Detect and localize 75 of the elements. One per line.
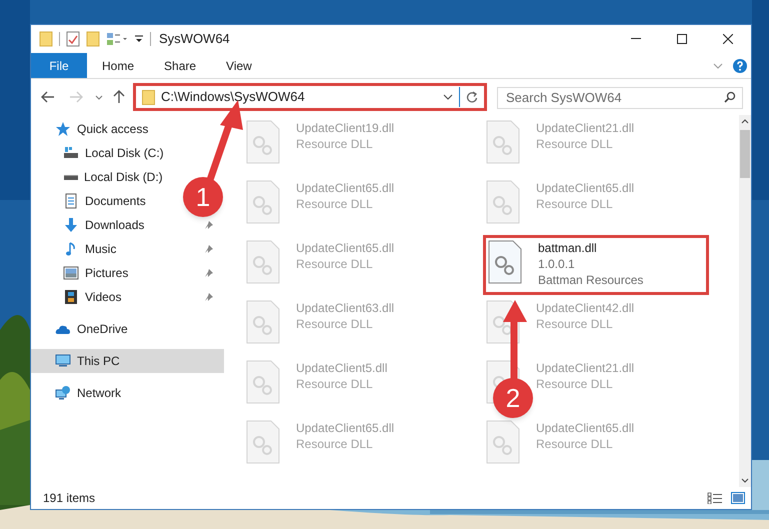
- details-view-icon[interactable]: [707, 492, 723, 504]
- minimize-icon: [631, 38, 641, 40]
- file-detail: 1.0.0.1: [538, 256, 576, 272]
- pin-icon[interactable]: [204, 244, 214, 254]
- file-detail: Resource DLL: [296, 316, 374, 332]
- toolbar-separator: [150, 32, 151, 46]
- file-detail: Resource DLL: [536, 316, 614, 332]
- chevron-icon[interactable]: [713, 62, 723, 68]
- dropdown-caret-icon[interactable]: [443, 94, 453, 100]
- pin-icon[interactable]: [204, 220, 214, 230]
- file-name: UpdateClient21.dll: [536, 120, 634, 136]
- file-name: UpdateClient42.dll: [536, 300, 634, 316]
- file-detail: Resource DLL: [296, 436, 374, 452]
- large-icons-view-icon[interactable]: [731, 492, 745, 504]
- sidebar-item[interactable]: This PC: [31, 349, 224, 373]
- pin-icon[interactable]: [204, 292, 214, 302]
- file-name: UpdateClient19.dll: [296, 120, 394, 136]
- file-detail: Resource DLL: [296, 376, 374, 392]
- sidebar-item[interactable]: Network: [31, 381, 132, 405]
- file-name: UpdateClient65.dll: [296, 420, 394, 436]
- file-detail: Resource DLL: [296, 256, 374, 272]
- ribbon-tab[interactable]: Home: [87, 53, 150, 78]
- address-path: C:\Windows\SysWOW64: [161, 88, 305, 106]
- file-name: UpdateClient63.dll: [296, 300, 394, 316]
- folder-icon[interactable]: [86, 31, 100, 47]
- scroll-down-icon[interactable]: [741, 478, 749, 483]
- window-title: SysWOW64: [159, 30, 230, 48]
- pin-icon[interactable]: [204, 268, 214, 278]
- file-menu-button[interactable]: File: [31, 53, 87, 78]
- search-icon: [724, 91, 736, 103]
- search-field[interactable]: Search SysWOW64: [497, 86, 743, 108]
- file-name: UpdateClient65.dll: [296, 240, 394, 256]
- customize-icon[interactable]: [134, 34, 144, 44]
- ribbon-tab[interactable]: View: [211, 53, 267, 78]
- help-icon[interactable]: [733, 58, 747, 72]
- file-detail: Resource DLL: [536, 436, 614, 452]
- sidebar-item[interactable]: Music: [31, 237, 224, 261]
- view-icon[interactable]: [106, 32, 128, 46]
- recent-caret-icon[interactable]: [95, 94, 103, 100]
- sidebar-item[interactable]: Pictures: [31, 261, 224, 285]
- file-name: UpdateClient65.dll: [536, 420, 634, 436]
- address-bar[interactable]: C:\Windows\SysWOW64: [133, 83, 487, 111]
- scrollbar-thumb[interactable]: [740, 130, 750, 178]
- maximize-icon: [677, 34, 687, 44]
- file-name: UpdateClient65.dll: [536, 180, 634, 196]
- file-name: UpdateClient21.dll: [536, 360, 634, 376]
- file-detail: Resource DLL: [536, 136, 614, 152]
- sidebar-item[interactable]: Documents: [31, 189, 156, 213]
- sidebar-item[interactable]: Local Disk (D:): [31, 165, 173, 189]
- file-detail: Resource DLL: [536, 376, 614, 392]
- file-detail: Resource DLL: [536, 196, 614, 212]
- file-detail: Battman Resources: [538, 272, 644, 288]
- file-detail: Resource DLL: [296, 196, 374, 212]
- up-arrow-icon[interactable]: [113, 90, 125, 104]
- file-name: battman.dll: [538, 240, 598, 256]
- sidebar-item[interactable]: OneDrive: [31, 317, 138, 341]
- file-item[interactable]: battman.dll 1.0.0.1 Battman Resources: [483, 235, 709, 295]
- sidebar-item[interactable]: Videos: [31, 285, 224, 309]
- toolbar-separator: [59, 32, 60, 46]
- properties-icon[interactable]: [66, 31, 80, 47]
- file-detail: Resource DLL: [296, 136, 374, 152]
- folder-icon: [142, 90, 155, 104]
- scroll-up-icon[interactable]: [741, 119, 749, 124]
- back-arrow-icon[interactable]: [41, 91, 55, 103]
- folder-icon[interactable]: [39, 31, 53, 47]
- dll-file-icon[interactable]: [488, 240, 522, 284]
- close-icon: [723, 34, 733, 44]
- ribbon-tab[interactable]: Share: [149, 53, 212, 78]
- scrollbar[interactable]: [739, 115, 751, 487]
- file-name: UpdateClient65.dll: [296, 180, 394, 196]
- sidebar-item[interactable]: Quick access: [31, 117, 158, 141]
- file-name: UpdateClient5.dll: [296, 360, 388, 376]
- item-count: 191 items: [43, 490, 96, 507]
- sidebar-item[interactable]: Local Disk (C:): [31, 141, 174, 165]
- refresh-icon[interactable]: [466, 91, 478, 103]
